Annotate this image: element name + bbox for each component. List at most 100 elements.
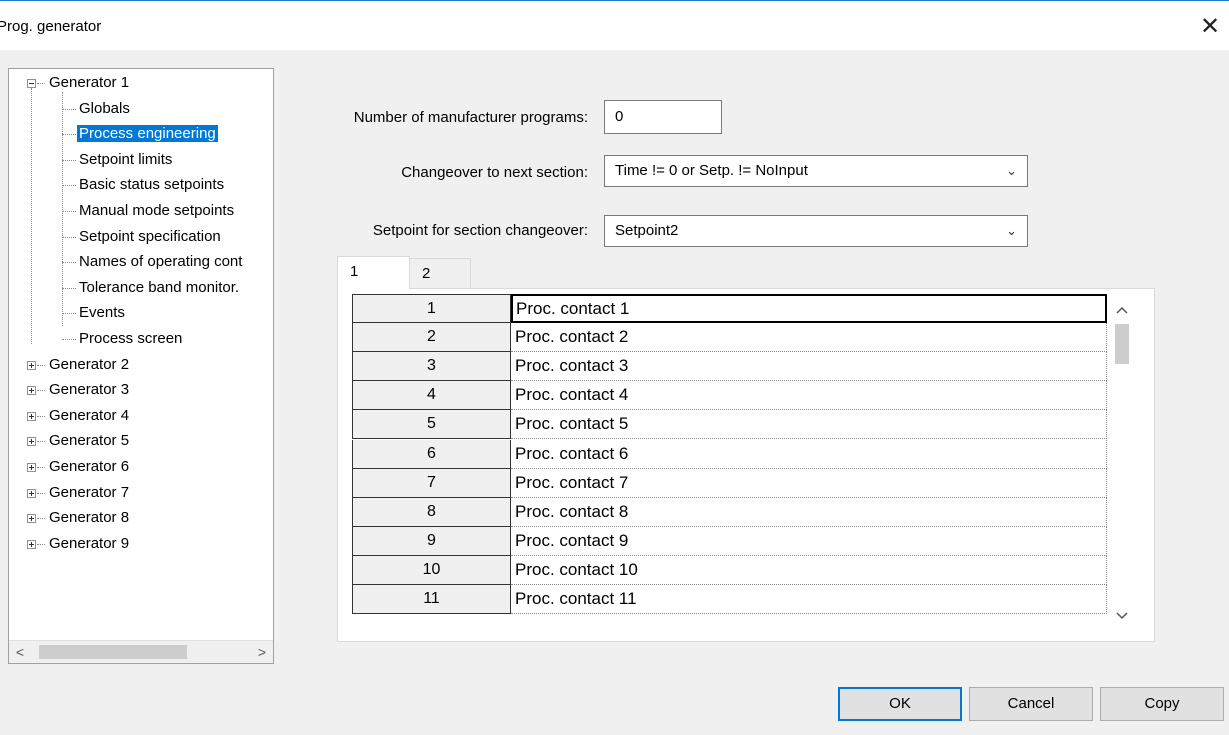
scroll-left-icon[interactable]: < bbox=[9, 641, 31, 663]
tree-item-label: Generator 7 bbox=[49, 483, 130, 501]
row-number-cell[interactable]: 9 bbox=[352, 526, 511, 556]
contact-name-cell[interactable]: Proc. contact 4 bbox=[511, 381, 1107, 411]
scroll-up-icon[interactable] bbox=[1112, 300, 1132, 320]
contact-name-cell[interactable]: Proc. contact 3 bbox=[511, 352, 1107, 382]
table-row[interactable]: 5 Proc. contact 5 bbox=[352, 410, 1107, 440]
contact-name-cell[interactable]: Proc. contact 8 bbox=[511, 497, 1107, 527]
close-button[interactable]: ✕ bbox=[1195, 11, 1225, 41]
tree-item-process-engineering[interactable]: Process engineering bbox=[77, 123, 218, 145]
expand-icon[interactable] bbox=[27, 437, 36, 447]
title-bar: Prog. generator ✕ bbox=[0, 0, 1229, 50]
tree-connector bbox=[62, 313, 76, 315]
ok-button[interactable]: OK bbox=[838, 687, 962, 721]
table-row[interactable]: 7 Proc. contact 7 bbox=[352, 468, 1107, 498]
row-number-cell[interactable]: 6 bbox=[352, 439, 511, 469]
expand-icon[interactable] bbox=[27, 539, 36, 549]
table-row[interactable]: 1 Proc. contact 1 bbox=[352, 294, 1107, 323]
scroll-down-icon[interactable] bbox=[1112, 606, 1132, 626]
tree-item-label: Process screen bbox=[79, 330, 183, 347]
row-number-cell[interactable]: 10 bbox=[352, 555, 511, 585]
tree-item-generator-1[interactable]: Generator 1 bbox=[49, 72, 129, 94]
table-row[interactable]: 10 Proc. contact 10 bbox=[352, 555, 1107, 585]
tree-item-process-screen[interactable]: Process screen bbox=[79, 328, 182, 350]
tree-item-label: Names of operating cont bbox=[79, 253, 243, 271]
expand-icon[interactable] bbox=[27, 488, 36, 498]
row-number-cell[interactable]: 1 bbox=[352, 294, 511, 323]
tree-item-manual-mode-setpoints[interactable]: Manual mode setpoints bbox=[79, 200, 234, 222]
row-number-cell[interactable]: 8 bbox=[352, 497, 511, 527]
cancel-button[interactable]: Cancel bbox=[969, 687, 1093, 721]
tree-item-generator-2[interactable]: Generator 2 bbox=[49, 354, 129, 376]
contact-name-cell[interactable]: Proc. contact 6 bbox=[511, 439, 1107, 469]
table-row[interactable]: 9 Proc. contact 9 bbox=[352, 526, 1107, 556]
table-row[interactable]: 6 Proc. contact 6 bbox=[352, 439, 1107, 469]
tree-item-label: Manual mode setpoints bbox=[79, 202, 235, 219]
contact-name-cell[interactable]: Proc. contact 11 bbox=[511, 585, 1107, 614]
tree-item-names-of-operating-cont[interactable]: Names of operating cont bbox=[79, 251, 242, 273]
row-number-cell[interactable]: 2 bbox=[352, 323, 511, 353]
expand-icon[interactable] bbox=[27, 514, 36, 524]
expand-icon[interactable] bbox=[27, 411, 36, 421]
contact-name-cell[interactable]: Proc. contact 5 bbox=[511, 410, 1107, 440]
generator-tree[interactable]: Generator 1 Globals Process engineering Set… bbox=[8, 68, 274, 664]
expand-icon[interactable] bbox=[27, 463, 36, 472]
table-row[interactable]: 3 Proc. contact 3 bbox=[352, 352, 1107, 382]
tree-connector bbox=[31, 88, 32, 344]
tree-item-label: Globals bbox=[79, 99, 130, 117]
table-row[interactable]: 8 Proc. contact 8 bbox=[352, 497, 1107, 527]
tree-item-globals[interactable]: Globals bbox=[79, 98, 130, 120]
setpoint-changeover-select[interactable]: Setpoint2 ⌄ bbox=[604, 215, 1028, 247]
tree-item-events[interactable]: Events bbox=[79, 302, 125, 324]
tree-item-label: Generator 8 bbox=[49, 509, 130, 527]
tree-connector bbox=[37, 390, 45, 392]
tree-item-generator-9[interactable]: Generator 9 bbox=[49, 533, 129, 555]
row-number-cell[interactable]: 11 bbox=[352, 585, 511, 614]
contact-name-cell[interactable]: Proc. contact 10 bbox=[511, 555, 1107, 585]
tree-connector bbox=[62, 108, 76, 110]
row-number-cell[interactable]: 3 bbox=[352, 352, 511, 382]
tree-connector bbox=[37, 467, 45, 468]
tree-item-label: Generator 2 bbox=[49, 355, 130, 373]
tree-item-basic-status-setpoints[interactable]: Basic status setpoints bbox=[79, 174, 224, 196]
tree-item-generator-4[interactable]: Generator 4 bbox=[49, 405, 129, 427]
tree-horizontal-scrollbar[interactable]: < > bbox=[9, 640, 273, 663]
tree-item-label: Generator 1 bbox=[49, 74, 130, 91]
tree-connector bbox=[62, 236, 76, 238]
row-number-cell[interactable]: 5 bbox=[352, 410, 511, 440]
tree-item-generator-5[interactable]: Generator 5 bbox=[49, 430, 129, 452]
tree-item-label: Events bbox=[79, 304, 125, 322]
contact-name-cell[interactable]: Proc. contact 7 bbox=[511, 468, 1107, 498]
contact-name-cell[interactable]: Proc. contact 2 bbox=[511, 323, 1107, 353]
tree-item-generator-6[interactable]: Generator 6 bbox=[49, 456, 129, 478]
expand-icon[interactable] bbox=[27, 386, 36, 396]
setpoint-changeover-value: Setpoint2 bbox=[615, 222, 679, 239]
tree-item-setpoint-limits[interactable]: Setpoint limits bbox=[79, 149, 172, 171]
tab-2[interactable]: 2 bbox=[409, 258, 471, 288]
scroll-right-icon[interactable]: > bbox=[251, 641, 273, 663]
row-number-cell[interactable]: 4 bbox=[352, 381, 511, 411]
tree-item-generator-8[interactable]: Generator 8 bbox=[49, 507, 129, 529]
copy-button[interactable]: Copy bbox=[1100, 687, 1224, 721]
table-row[interactable]: 2 Proc. contact 2 bbox=[352, 323, 1107, 353]
tree-item-tolerance-band-monitor[interactable]: Tolerance band monitor. bbox=[79, 277, 239, 299]
scroll-thumb[interactable] bbox=[1115, 324, 1129, 364]
expand-icon[interactable] bbox=[27, 360, 36, 370]
manufacturer-programs-input[interactable]: 0 bbox=[604, 100, 722, 134]
scroll-thumb[interactable] bbox=[39, 645, 187, 659]
tree-item-setpoint-specification[interactable]: Setpoint specification bbox=[79, 226, 221, 248]
tree-item-generator-3[interactable]: Generator 3 bbox=[49, 379, 129, 401]
tab-1[interactable]: 1 bbox=[337, 256, 410, 289]
table-row[interactable]: 4 Proc. contact 4 bbox=[352, 381, 1107, 411]
changeover-select[interactable]: Time != 0 or Setp. != NoInput ⌄ bbox=[604, 155, 1028, 187]
row-number-cell[interactable]: 7 bbox=[352, 468, 511, 498]
tree-item-label: Tolerance band monitor. bbox=[79, 278, 240, 296]
contact-name-cell[interactable]: Proc. contact 9 bbox=[511, 526, 1107, 556]
table-row[interactable]: 11 Proc. contact 11 bbox=[352, 585, 1107, 614]
grid-vertical-scrollbar[interactable] bbox=[1112, 294, 1132, 626]
tree-item-label: Generator 9 bbox=[49, 534, 130, 552]
collapse-icon[interactable] bbox=[27, 79, 36, 88]
contacts-grid[interactable]: 1 Proc. contact 1 2 Proc. contact 2 3 Proc. c… bbox=[352, 294, 1138, 626]
close-icon: ✕ bbox=[1199, 12, 1221, 40]
tree-item-generator-7[interactable]: Generator 7 bbox=[49, 482, 129, 504]
contact-name-cell[interactable]: Proc. contact 1 bbox=[511, 294, 1107, 323]
